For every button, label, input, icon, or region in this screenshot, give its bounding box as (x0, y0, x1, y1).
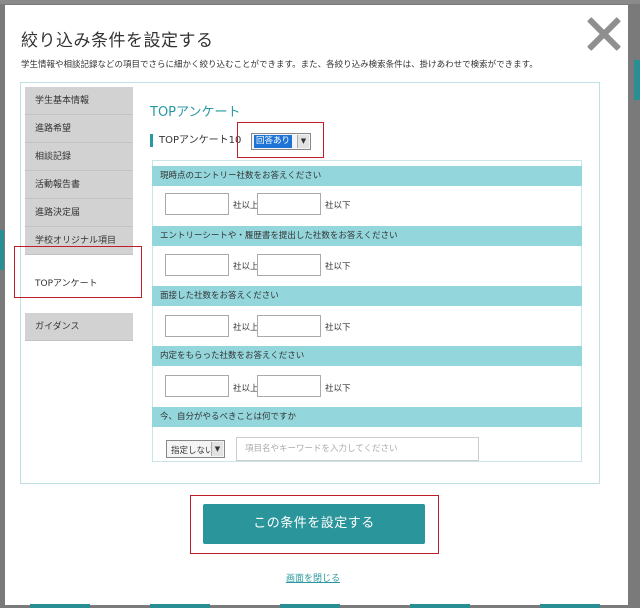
backdrop (0, 0, 640, 4)
keyword-input[interactable]: 項目名やキーワードを入力してください (236, 437, 479, 461)
section-title: TOPアンケート (150, 105, 241, 120)
sidebar-item-guidance[interactable]: ガイダンス (25, 313, 133, 341)
max-count-input[interactable] (257, 315, 321, 337)
min-count-input[interactable] (165, 375, 229, 397)
unit-label: 社以上 (233, 323, 259, 333)
unit-label: 社以上 (233, 262, 259, 272)
close-icon[interactable] (586, 16, 622, 52)
filter-label: TOPアンケート10 (150, 134, 241, 147)
sidebar-item-school-original[interactable]: 学校オリジナル項目 (25, 227, 133, 255)
backdrop (0, 600, 640, 608)
question-header: 今、自分がやるべきことは何ですか (152, 407, 582, 427)
min-count-input[interactable] (165, 193, 229, 215)
unit-label: 社以上 (233, 384, 259, 394)
chevron-down-icon: ▼ (211, 442, 223, 456)
max-count-input[interactable] (257, 193, 321, 215)
min-count-input[interactable] (165, 254, 229, 276)
backdrop-accent (0, 230, 4, 270)
question-header: エントリーシートや・履歴書を提出した社数をお答えください (152, 226, 582, 246)
unit-label: 社以下 (325, 262, 351, 272)
unit-label: 社以上 (233, 201, 259, 211)
apply-filter-button[interactable]: この条件を設定する (203, 504, 425, 544)
unit-label: 社以下 (325, 384, 351, 394)
unit-label: 社以下 (325, 201, 351, 211)
max-count-input[interactable] (257, 254, 321, 276)
backdrop-accent (634, 60, 640, 100)
sidebar-item-career-decision[interactable]: 進路決定届 (25, 199, 133, 227)
category-sidebar: 学生基本情報 進路希望 相談記録 活動報告書 進路決定届 学校オリジナル項目 T… (25, 87, 133, 341)
max-count-input[interactable] (257, 375, 321, 397)
question-header: 現時点のエントリー社数をお答えください (152, 166, 582, 186)
select-value: 指定しない (171, 446, 214, 456)
select-value: 回答あり (254, 135, 293, 148)
close-link[interactable]: 画面を閉じる (286, 571, 340, 584)
question-header: 内定をもらった社数をお答えください (152, 346, 582, 366)
sidebar-item-consultation[interactable]: 相談記録 (25, 143, 133, 171)
modal-subtitle: 学生情報や相談記録などの項目でさらに細かく絞り込むことができます。また、各絞り込… (21, 60, 538, 70)
unit-label: 社以下 (325, 323, 351, 333)
chevron-down-icon: ▼ (297, 135, 309, 148)
question-header: 面接した社数をお答えください (152, 286, 582, 306)
sidebar-item-student-info[interactable]: 学生基本情報 (25, 87, 133, 115)
answer-status-select[interactable]: 回答あり ▼ (251, 133, 311, 150)
sidebar-item-top-survey[interactable]: TOPアンケート (25, 255, 133, 313)
sidebar-item-career-wish[interactable]: 進路希望 (25, 115, 133, 143)
match-mode-select[interactable]: 指定しない ▼ (166, 440, 225, 458)
min-count-input[interactable] (165, 315, 229, 337)
modal-title: 絞り込み条件を設定する (21, 31, 214, 51)
sidebar-item-activity-report[interactable]: 活動報告書 (25, 171, 133, 199)
